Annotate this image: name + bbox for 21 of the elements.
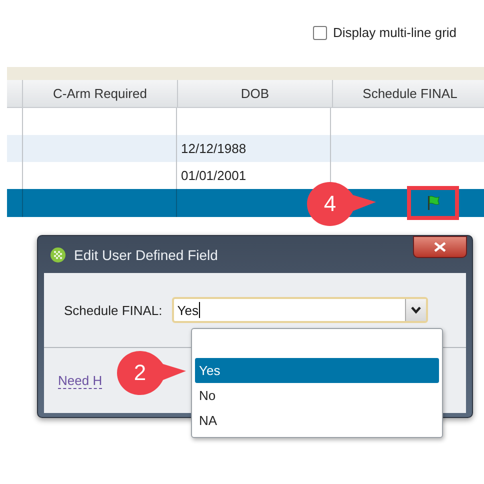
chevron-down-icon <box>411 306 422 314</box>
table-row[interactable]: 12/12/1988 <box>7 135 484 162</box>
dialog-title: Edit User Defined Field <box>74 246 218 262</box>
column-header[interactable]: Schedule FINAL <box>332 80 484 107</box>
column-header[interactable]: C-Arm Required <box>22 80 177 107</box>
close-icon <box>434 242 446 252</box>
dropdown-button[interactable] <box>405 299 426 321</box>
step-callout: 4 <box>305 181 377 227</box>
combo-box[interactable]: Yes <box>172 297 428 323</box>
dropdown-option[interactable]: Yes <box>195 358 439 383</box>
close-button[interactable] <box>413 236 467 258</box>
column-header[interactable]: DOB <box>177 80 332 107</box>
dob-text: 12/12/1988 <box>181 141 246 156</box>
dropdown-option[interactable]: NA <box>195 408 439 433</box>
field-label: Schedule FINAL: <box>64 302 162 318</box>
step-callout: 2 <box>115 350 187 396</box>
checkbox[interactable] <box>313 26 327 40</box>
dropdown-option[interactable]: No <box>195 383 439 408</box>
dob-text: 01/01/2001 <box>181 168 246 183</box>
help-link[interactable]: Need H <box>58 372 102 388</box>
app-icon <box>50 246 66 262</box>
